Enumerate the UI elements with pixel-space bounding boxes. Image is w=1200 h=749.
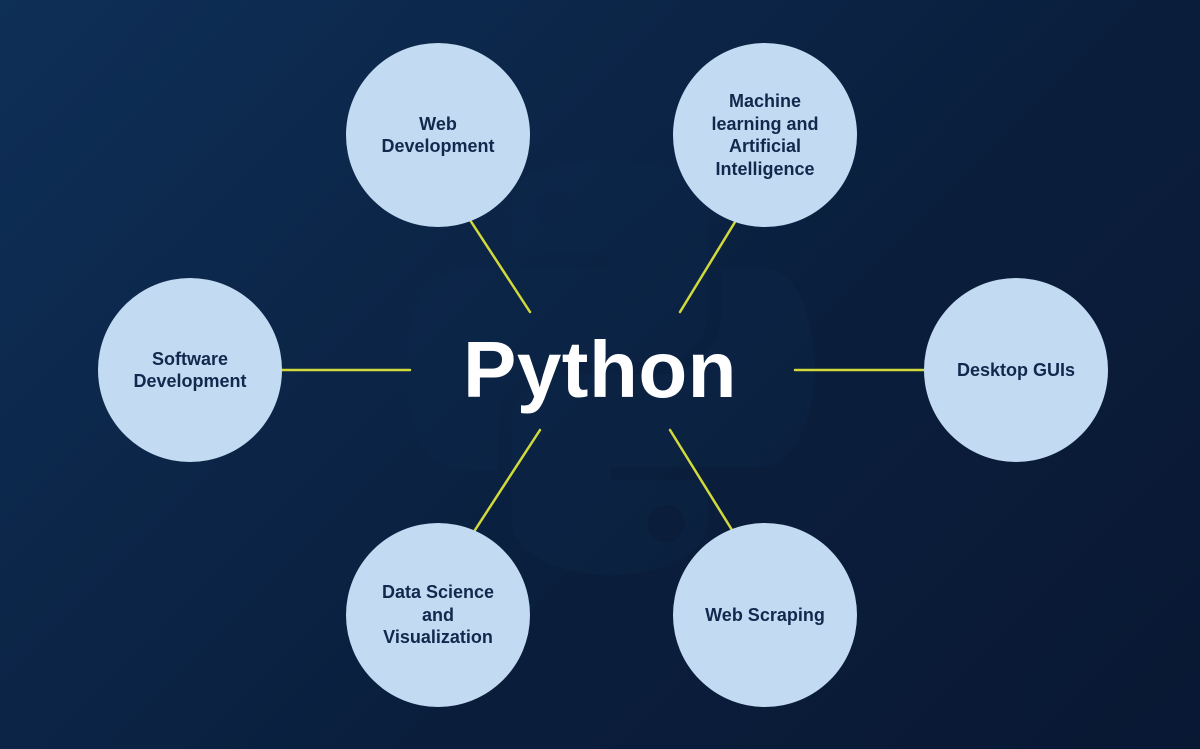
node-label: Desktop GUIs — [957, 359, 1075, 382]
node-label: Web Development — [381, 113, 494, 158]
node-web-development: Web Development — [346, 43, 530, 227]
node-desktop-guis: Desktop GUIs — [924, 278, 1108, 462]
node-label: Web Scraping — [705, 604, 825, 627]
diagram-stage: Python Web Development Machine learning a… — [0, 0, 1200, 749]
node-label: Data Science and Visualization — [382, 581, 494, 649]
diagram-center-label: Python — [463, 324, 737, 416]
node-label: Machine learning and Artificial Intellig… — [711, 90, 818, 180]
node-software-development: Software Development — [98, 278, 282, 462]
node-ml-ai: Machine learning and Artificial Intellig… — [673, 43, 857, 227]
connector-line — [680, 222, 735, 312]
node-label: Software Development — [133, 348, 246, 393]
connector-line — [470, 220, 530, 312]
connector-line — [475, 430, 540, 530]
node-web-scraping: Web Scraping — [673, 523, 857, 707]
node-data-science: Data Science and Visualization — [346, 523, 530, 707]
connector-line — [670, 430, 732, 530]
